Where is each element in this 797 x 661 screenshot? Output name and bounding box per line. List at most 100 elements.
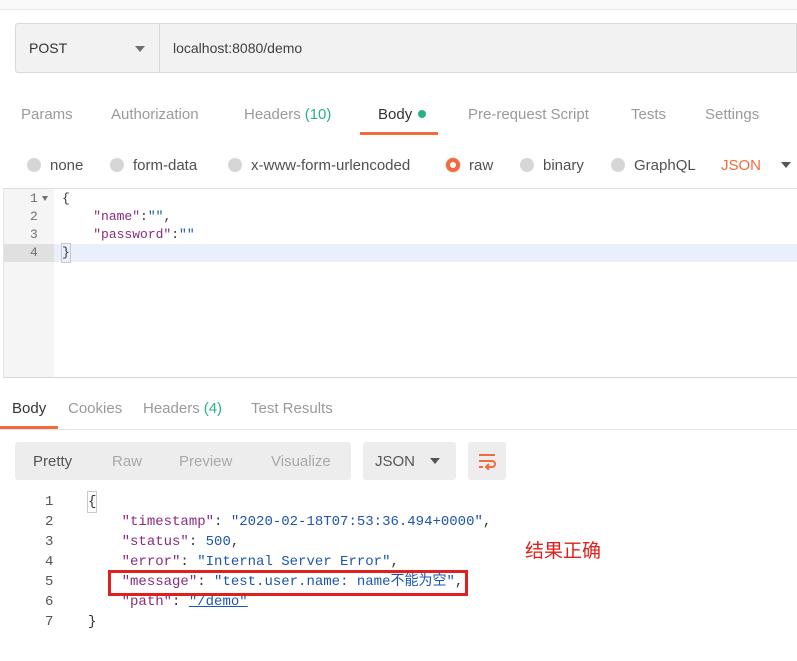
tab-tests[interactable]: Tests	[631, 96, 666, 132]
json-key: "path"	[121, 594, 173, 610]
tab-label: Body	[378, 105, 413, 123]
method-label: POST	[29, 40, 68, 56]
line-number: 5	[45, 574, 54, 590]
tab-label: Body	[12, 399, 47, 417]
tab-label: Tests	[631, 105, 667, 123]
wrap-lines-button[interactable]	[468, 442, 506, 480]
tab-response-body[interactable]: Body	[12, 390, 46, 426]
radio-label: none	[50, 156, 84, 174]
code-text: "password":""	[62, 226, 195, 244]
line-number: 2	[30, 209, 38, 224]
top-strip	[0, 0, 797, 10]
body-type-radios: none form-data x-www-form-urlencoded raw…	[0, 152, 797, 178]
radio-urlencoded[interactable]: x-www-form-urlencoded	[228, 152, 410, 178]
tab-test-results[interactable]: Test Results	[251, 390, 333, 426]
json-sep: :	[140, 209, 148, 224]
code-line: 2 "name":"",	[4, 208, 797, 226]
url-input[interactable]: localhost:8080/demo	[159, 23, 797, 73]
tab-body[interactable]: Body	[378, 96, 427, 132]
request-bar: POST localhost:8080/demo	[15, 23, 797, 73]
tab-label: Headers	[244, 105, 301, 123]
code-text: "name":"",	[62, 208, 171, 226]
code-text: }	[88, 614, 97, 630]
active-tab-underline	[360, 132, 438, 135]
code-text: }	[61, 243, 71, 263]
headers-count: (4)	[203, 399, 223, 417]
code-line-active: 4 }	[4, 243, 797, 263]
active-tab-underline	[0, 426, 58, 429]
active-dot-icon	[418, 110, 427, 118]
code-text: "error": "Internal Server Error",	[121, 554, 399, 570]
radio-binary[interactable]: binary	[520, 152, 584, 178]
pretty-button[interactable]: Pretty	[33, 442, 72, 480]
radio-circle-icon	[27, 158, 41, 172]
line-number: 4	[45, 554, 54, 570]
radio-none[interactable]: none	[27, 152, 83, 178]
view-mode-group: Pretty Raw Preview Visualize	[15, 442, 351, 480]
format-label: JSON	[375, 452, 416, 470]
tab-headers[interactable]: Headers (10)	[244, 96, 331, 132]
code-line: 4 "error": "Internal Server Error",	[0, 552, 797, 572]
radio-selected-icon	[446, 158, 460, 172]
code-line: 3 "password":""	[4, 226, 797, 244]
tab-pre-request-script[interactable]: Pre-request Script	[468, 96, 589, 132]
line-number: 3	[45, 534, 54, 550]
code-line: 1 {	[4, 190, 797, 208]
json-key: "error"	[121, 554, 181, 570]
json-value: ""	[179, 227, 195, 242]
line-number: 2	[45, 514, 54, 530]
chevron-down-icon	[430, 458, 440, 464]
response-format-select[interactable]: JSON	[363, 442, 456, 480]
tab-cookies[interactable]: Cookies	[68, 390, 122, 426]
json-value: "2020-02-18T07:53:36.494+0000"	[230, 514, 483, 530]
radio-form-data[interactable]: form-data	[110, 152, 197, 178]
json-sep: ,	[163, 209, 172, 224]
json-link-value[interactable]: "/demo"	[189, 594, 248, 610]
headers-count: (10)	[304, 105, 332, 123]
code-line: 1 {	[0, 491, 797, 513]
tab-label: Headers	[143, 399, 200, 417]
line-number: 3	[30, 227, 38, 242]
line-number: 4	[4, 244, 54, 262]
raw-format-select[interactable]: JSON	[721, 152, 792, 178]
line-number: 1	[45, 494, 54, 510]
code-text: {	[62, 191, 70, 206]
raw-button[interactable]: Raw	[112, 442, 142, 480]
tab-label: Pre-request Script	[468, 105, 589, 123]
tab-label: Cookies	[68, 399, 123, 417]
radio-label: raw	[469, 156, 494, 174]
code-line: 3 "status": 500,	[0, 532, 797, 552]
chevron-down-icon	[135, 46, 145, 52]
chevron-down-icon	[781, 162, 792, 168]
annotation-text: 结果正确	[525, 540, 602, 562]
code-text: "status": 500,	[121, 534, 240, 550]
json-value: 500	[205, 534, 231, 550]
json-key: "password"	[93, 227, 172, 242]
radio-label: GraphQL	[634, 156, 696, 174]
radio-circle-icon	[228, 158, 242, 172]
line-number: 6	[45, 594, 54, 610]
request-body-editor[interactable]: 1 { 2 "name":"", 3 "password":"" 4 }	[3, 188, 797, 378]
tab-authorization[interactable]: Authorization	[111, 96, 199, 132]
line-number: 7	[45, 614, 54, 630]
radio-graphql[interactable]: GraphQL	[611, 152, 696, 178]
code-line: 2 "timestamp": "2020-02-18T07:53:36.494+…	[0, 512, 797, 532]
tab-settings[interactable]: Settings	[705, 96, 759, 132]
tab-params[interactable]: Params	[21, 96, 73, 132]
visualize-button[interactable]: Visualize	[271, 442, 331, 480]
json-key: "name"	[93, 209, 141, 224]
radio-raw[interactable]: raw	[446, 152, 493, 178]
wrap-lines-icon	[479, 454, 496, 470]
fold-arrow-icon[interactable]	[42, 196, 48, 201]
radio-label: binary	[543, 156, 584, 174]
json-key: "timestamp"	[121, 514, 215, 530]
response-tabs: Body Cookies Headers (4) Test Results	[0, 390, 797, 430]
radio-circle-icon	[110, 158, 124, 172]
highlight-box	[108, 570, 468, 596]
tab-response-headers[interactable]: Headers (4)	[143, 390, 222, 426]
tab-label: Settings	[705, 105, 760, 123]
json-sep: :	[171, 227, 180, 242]
preview-button[interactable]: Preview	[179, 442, 232, 480]
format-label: JSON	[721, 156, 762, 174]
method-select[interactable]: POST	[15, 23, 159, 73]
